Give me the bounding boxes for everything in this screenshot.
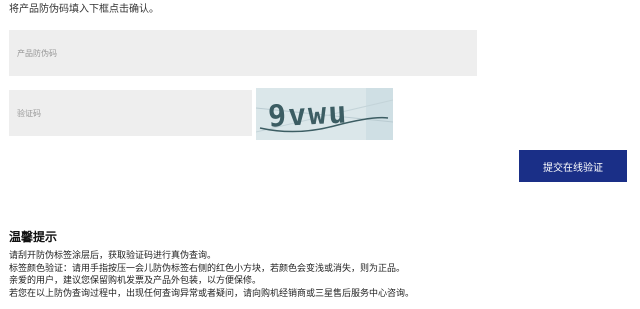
tip-line: 若您在以上防伪查询过程中，出现任何查询异常或者疑问，请向购机经销商或三星售后服务…: [9, 288, 415, 299]
instruction-text: 将产品防伪码填入下框点击确认。: [9, 4, 159, 15]
product-code-input[interactable]: [17, 48, 477, 58]
product-code-field[interactable]: [9, 30, 477, 76]
verification-code-input[interactable]: [17, 108, 252, 118]
tip-line: 请刮开防伪标签涂层后，获取验证码进行真伪查询。: [9, 251, 217, 261]
captcha-text: 9vwu: [267, 95, 349, 134]
verification-code-field[interactable]: [9, 90, 252, 136]
captcha-image[interactable]: 9vwu: [256, 88, 393, 140]
tips-list: 请刮开防伪标签涂层后，获取验证码进行真伪查询。 标签颜色验证：请用手指按压一会儿…: [9, 250, 414, 300]
submit-verification-button[interactable]: 提交在线验证: [519, 150, 627, 182]
anti-counterfeit-page: 将产品防伪码填入下框点击确认。 9vwu 提交在线验证 温馨提示 请刮开防伪标签…: [0, 0, 640, 309]
tips-title: 温馨提示: [9, 230, 58, 244]
tip-line: 标签颜色验证：请用手指按压一会儿防伪标签右侧的红色小方块，若颜色会变浅或消失，则…: [9, 263, 406, 274]
tip-line: 亲爱的用户，建议您保留购机发票及产品外包装，以方便保修。: [9, 276, 262, 286]
captcha-graphic: 9vwu: [256, 88, 393, 140]
